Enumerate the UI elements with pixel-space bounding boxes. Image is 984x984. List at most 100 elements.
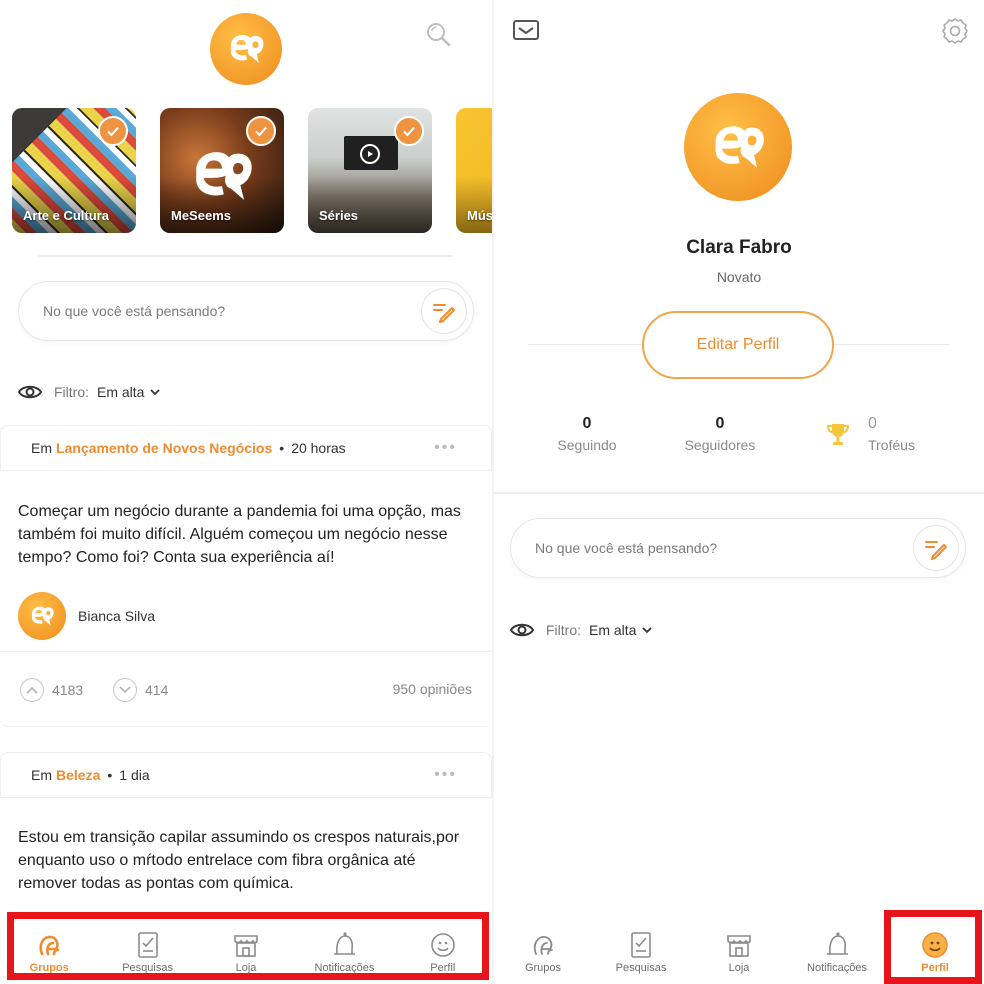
post-body: Estou em transição capilar assumindo os … (18, 829, 460, 892)
store-icon (727, 935, 751, 957)
surveys-icon (631, 932, 651, 958)
feed-screen: Arte e Cultura MeSeems Séries Mús No que… (0, 0, 492, 984)
avatar[interactable] (18, 592, 66, 640)
profile-icon (431, 933, 455, 957)
profile-name: Clara Fabro (686, 237, 792, 258)
profile-icon (922, 932, 948, 958)
eye-icon (18, 385, 42, 399)
gear-icon[interactable] (940, 16, 970, 46)
profile-screen: Clara Fabro Novato Editar Perfil 0 Segui… (494, 0, 984, 984)
more-options-icon[interactable]: ••• (434, 766, 457, 784)
tab-label: Notificações (807, 962, 867, 974)
post-time: 20 horas (291, 440, 346, 456)
tab-notificacoes[interactable]: Notificações (295, 914, 393, 984)
arrow-down-icon (113, 678, 137, 702)
trophy-icon (824, 420, 852, 448)
tab-pesquisas[interactable]: Pesquisas (592, 914, 690, 984)
tab-notificacoes[interactable]: Notificações (788, 914, 886, 984)
check-icon (246, 116, 276, 146)
stat-value: 0 (868, 415, 877, 432)
opinions-count[interactable]: 950 opiniões (393, 681, 472, 697)
eye-icon (510, 623, 534, 637)
tab-loja[interactable]: Loja (197, 914, 295, 984)
post-prefix: Em (31, 440, 52, 456)
check-icon (394, 116, 424, 146)
groups-icon (533, 936, 553, 955)
tab-loja[interactable]: Loja (690, 914, 788, 984)
tab-label: Notificações (314, 962, 375, 974)
filter-value[interactable]: Em alta (97, 384, 144, 400)
tab-perfil[interactable]: Perfil (886, 914, 984, 984)
post-time: 1 dia (119, 767, 150, 783)
group-label: Arte e Cultura (23, 208, 109, 223)
group-card-arte-e-cultura[interactable]: Arte e Cultura (12, 108, 136, 233)
play-icon (360, 144, 380, 164)
mail-icon[interactable] (512, 18, 540, 42)
composer-placeholder: No que você está pensando? (535, 540, 718, 556)
post-footer: 4183 414 950 opiniões (0, 651, 492, 727)
chevron-down-icon[interactable] (642, 626, 653, 634)
bell-icon (334, 932, 356, 955)
upvote-count: 4183 (52, 682, 84, 698)
group-label: MeSeems (171, 208, 231, 223)
compose-pen-icon[interactable] (913, 525, 959, 571)
tab-label: Grupos (29, 962, 69, 974)
post-composer[interactable]: No que você está pensando? (18, 281, 474, 341)
post-group-link[interactable]: Lançamento de Novos Negócios (56, 440, 272, 456)
feed-filter[interactable]: Filtro: Em alta (510, 622, 653, 638)
upvote-button[interactable]: 4183 (20, 678, 83, 702)
feed-filter[interactable]: Filtro: Em alta (18, 384, 161, 400)
tab-grupos[interactable]: Grupos (0, 914, 98, 984)
groups-carousel[interactable]: Arte e Cultura MeSeems Séries Mús (12, 108, 492, 233)
filter-value[interactable]: Em alta (589, 622, 636, 638)
chevron-down-icon[interactable] (150, 388, 161, 396)
stat-followers[interactable]: 0 Seguidores (680, 415, 760, 453)
profile-avatar[interactable] (684, 93, 792, 201)
post-group-link[interactable]: Beleza (56, 767, 100, 783)
post-author[interactable]: Bianca Silva (18, 592, 155, 640)
bottom-tab-bar: Grupos Pesquisas Loja Notificações Perfi… (0, 914, 492, 984)
app-logo (210, 13, 282, 85)
check-icon (98, 116, 128, 146)
stat-following[interactable]: 0 Seguindo (556, 415, 618, 453)
group-card-meseems[interactable]: MeSeems (160, 108, 284, 233)
group-label: Mús (467, 208, 492, 223)
tab-label: Pesquisas (615, 962, 667, 974)
compose-pen-icon[interactable] (421, 288, 467, 334)
group-card-musica[interactable]: Mús (456, 108, 492, 233)
stat-trophies[interactable]: 0 Troféus (868, 415, 915, 453)
group-card-series[interactable]: Séries (308, 108, 432, 233)
composer-placeholder: No que você está pensando? (43, 303, 226, 319)
arrow-up-icon (20, 678, 44, 702)
tab-label: Loja (235, 962, 257, 974)
tab-label: Perfil (430, 962, 456, 974)
author-name[interactable]: Bianca Silva (78, 608, 155, 624)
post-header: Em Beleza • 1 dia ••• (0, 752, 492, 798)
tab-pesquisas[interactable]: Pesquisas (98, 914, 196, 984)
post-body: Começar um negócio durante a pandemia fo… (18, 503, 461, 566)
post-composer[interactable]: No que você está pensando? (510, 518, 966, 578)
filter-label: Filtro: (546, 622, 581, 638)
profile-level: Novato (716, 269, 762, 285)
stat-value: 0 (582, 415, 592, 432)
stat-value: 0 (715, 415, 725, 432)
stat-label: Troféus (868, 437, 915, 453)
tab-label: Pesquisas (122, 962, 173, 974)
tab-label: Perfil (921, 962, 949, 974)
store-icon (234, 935, 258, 957)
search-icon[interactable] (424, 20, 452, 48)
downvote-count: 414 (145, 682, 169, 698)
tab-label: Grupos (524, 962, 562, 974)
surveys-icon (137, 932, 158, 958)
bottom-tab-bar: Grupos Pesquisas Loja Notificações Perfi… (494, 914, 984, 984)
stat-label: Seguindo (557, 437, 617, 453)
downvote-button[interactable]: 414 (113, 678, 168, 702)
edit-profile-button[interactable]: Editar Perfil (642, 311, 834, 379)
tab-grupos[interactable]: Grupos (494, 914, 592, 984)
bell-icon (827, 932, 848, 955)
tab-label: Loja (728, 962, 750, 974)
groups-icon (39, 935, 60, 956)
filter-label: Filtro: (54, 384, 89, 400)
tab-perfil[interactable]: Perfil (394, 914, 492, 984)
more-options-icon[interactable]: ••• (434, 439, 457, 457)
